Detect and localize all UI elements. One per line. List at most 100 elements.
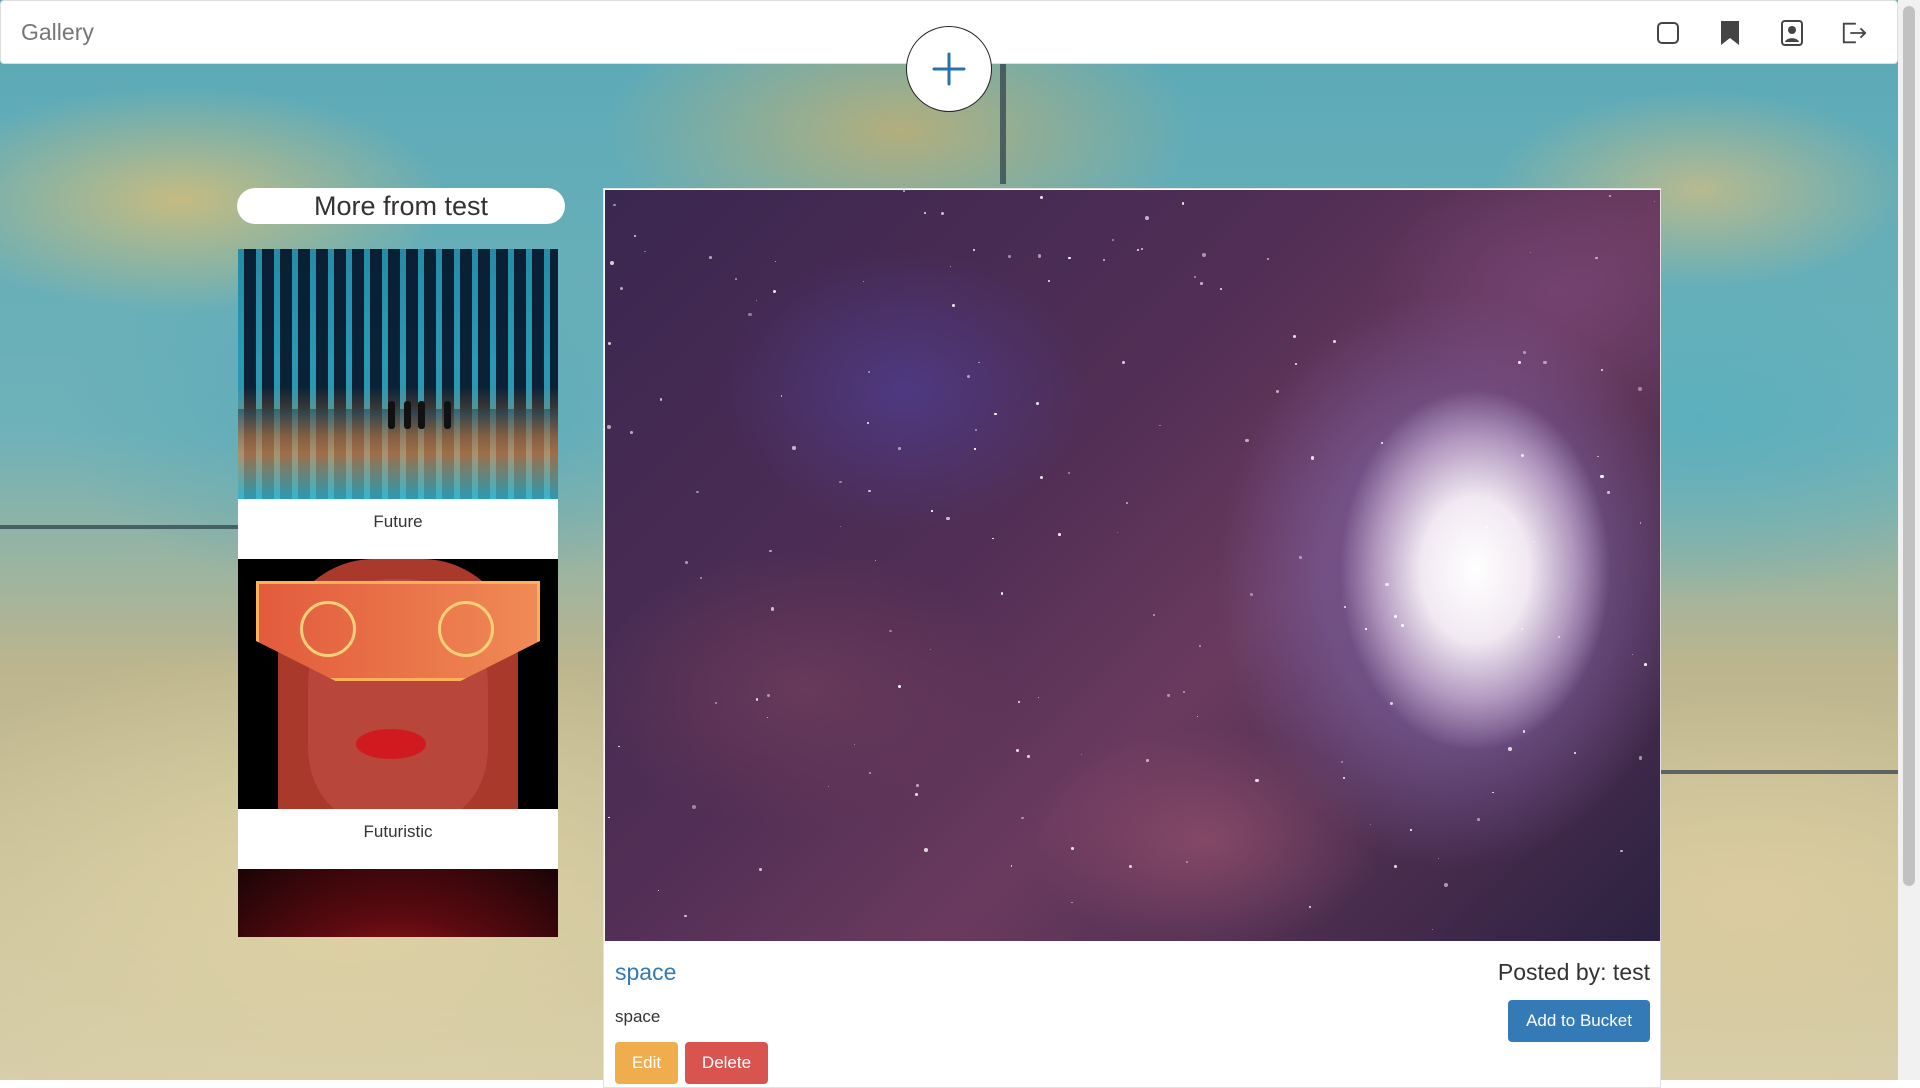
star <box>946 516 951 521</box>
star <box>1443 883 1448 888</box>
delete-button[interactable]: Delete <box>685 1042 768 1084</box>
star <box>792 446 796 450</box>
star <box>931 510 933 512</box>
star <box>903 190 906 193</box>
star <box>606 425 611 430</box>
illustration-lips <box>356 729 426 759</box>
star <box>1533 540 1536 543</box>
scrollbar-thumb[interactable] <box>1903 6 1915 886</box>
star <box>1021 816 1025 820</box>
square-icon[interactable] <box>1655 19 1681 47</box>
star <box>1193 276 1197 279</box>
page-scrollbar[interactable] <box>1898 0 1920 1080</box>
star <box>1081 754 1083 756</box>
thumbnail-card[interactable]: Futuristic <box>238 559 558 869</box>
star <box>633 235 636 238</box>
star <box>1485 525 1488 529</box>
star <box>1001 592 1004 595</box>
thumbnail-card[interactable]: Future <box>238 249 558 559</box>
star <box>695 490 699 494</box>
thumbnail-image-futuristic[interactable] <box>238 559 558 809</box>
star <box>755 697 759 701</box>
star <box>923 847 928 852</box>
star <box>1219 288 1222 291</box>
star <box>1409 829 1412 832</box>
star <box>992 537 994 539</box>
star <box>1276 389 1280 393</box>
star <box>839 480 842 483</box>
star <box>715 701 718 704</box>
add-post-button[interactable] <box>906 26 992 112</box>
post-title-link[interactable]: space <box>615 959 676 986</box>
silhouette <box>404 401 411 429</box>
star <box>659 398 663 401</box>
edit-button[interactable]: Edit <box>615 1042 678 1084</box>
star <box>1601 368 1603 371</box>
star <box>1026 755 1030 759</box>
logout-icon[interactable] <box>1841 19 1867 47</box>
star <box>874 560 876 562</box>
silhouette <box>444 401 451 429</box>
star <box>685 561 689 565</box>
star <box>748 312 752 316</box>
star <box>1201 253 1206 258</box>
star <box>1266 258 1269 261</box>
star <box>1295 363 1297 365</box>
star <box>1523 730 1526 733</box>
star <box>1340 760 1344 763</box>
star <box>1520 454 1524 458</box>
street-reflection <box>238 409 558 499</box>
post-card: space space Posted by: test Add to Bucke… <box>603 188 1661 1088</box>
star <box>975 429 978 431</box>
star <box>1112 239 1114 242</box>
star <box>699 577 703 580</box>
star <box>1369 824 1372 826</box>
star <box>1512 518 1515 522</box>
star <box>1385 582 1389 587</box>
star <box>608 341 612 345</box>
thumbnail-image-partial[interactable] <box>238 869 558 937</box>
star <box>608 816 610 819</box>
thumbnail-image-future[interactable] <box>238 249 558 499</box>
contact-icon[interactable] <box>1779 19 1805 47</box>
star <box>1597 455 1599 458</box>
bookmark-icon[interactable] <box>1717 19 1743 47</box>
star <box>827 785 830 788</box>
star <box>758 867 762 871</box>
star <box>1010 864 1013 867</box>
star <box>766 694 770 698</box>
more-from-list[interactable]: Future Futuristic <box>238 249 558 937</box>
brand-title[interactable]: Gallery <box>21 19 94 46</box>
star <box>1310 456 1315 460</box>
star <box>618 746 620 748</box>
star <box>1332 340 1337 344</box>
star <box>756 299 758 301</box>
star <box>974 448 976 450</box>
silhouette <box>388 401 395 429</box>
star <box>1530 251 1532 253</box>
star <box>773 289 777 293</box>
star <box>930 648 932 650</box>
star <box>1462 532 1465 535</box>
star <box>1116 531 1118 533</box>
post-image[interactable] <box>605 190 1660 941</box>
star <box>1255 778 1259 783</box>
star <box>769 549 772 553</box>
star <box>1182 690 1186 693</box>
star <box>1380 441 1384 444</box>
star <box>949 265 951 268</box>
star <box>972 249 975 252</box>
star <box>853 743 856 746</box>
star <box>1039 475 1044 480</box>
star <box>1015 749 1019 753</box>
star <box>1343 606 1346 609</box>
star <box>1145 216 1150 221</box>
star <box>1437 857 1440 860</box>
star <box>1037 254 1042 258</box>
star <box>1600 474 1605 479</box>
star <box>1298 556 1302 559</box>
star <box>1146 758 1149 762</box>
thumbnail-card[interactable] <box>238 869 558 937</box>
add-to-bucket-button[interactable]: Add to Bucket <box>1508 1000 1650 1042</box>
star <box>978 361 980 363</box>
